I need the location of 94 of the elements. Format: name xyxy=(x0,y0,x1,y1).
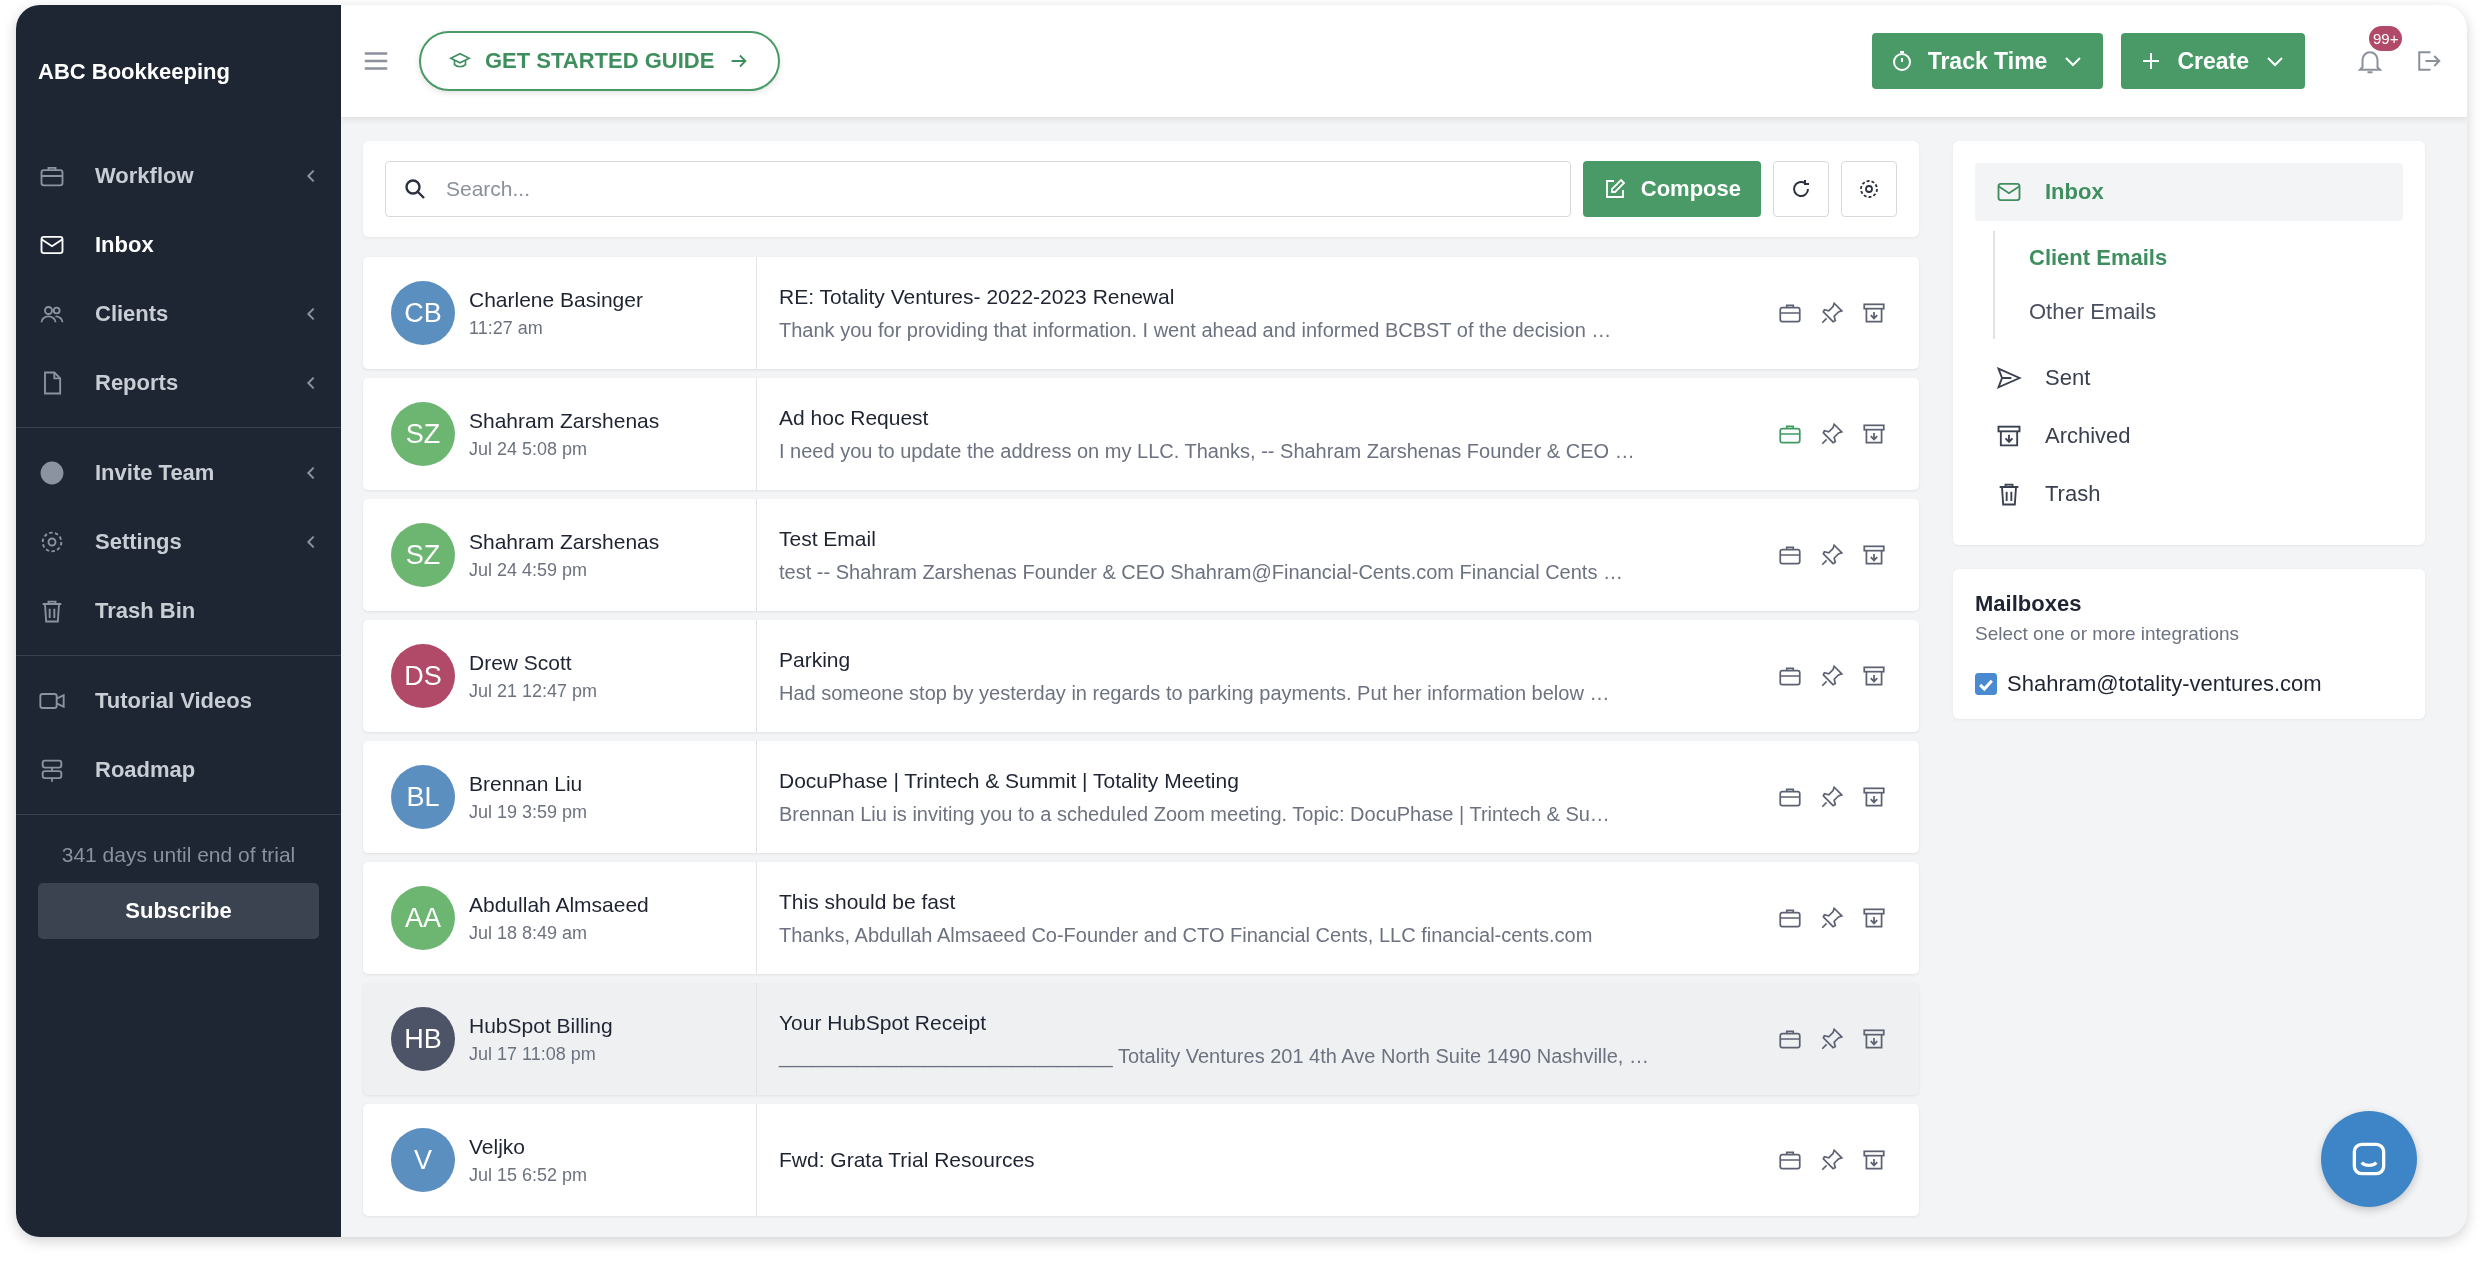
email-row[interactable]: V Veljko Jul 15 6:52 pm Fwd: Grata Trial Resources xyxy=(363,1104,1919,1216)
archive-icon[interactable] xyxy=(1861,1147,1887,1173)
archive-icon[interactable] xyxy=(1861,421,1887,447)
folder-subitem[interactable]: Client Emails xyxy=(1995,231,2403,285)
notification-badge: 99+ xyxy=(2369,26,2403,51)
sender-name: Shahram Zarshenas xyxy=(469,529,660,554)
chat-button[interactable] xyxy=(2321,1111,2417,1207)
pin-icon[interactable] xyxy=(1819,1147,1845,1173)
email-subject: Your HubSpot Receipt xyxy=(779,1010,988,1035)
sender-name: Veljko xyxy=(469,1134,527,1159)
folder-subitem[interactable]: Other Emails xyxy=(1995,285,2403,339)
app-title: ABC Bookkeeping xyxy=(37,58,231,86)
archive-icon[interactable] xyxy=(1861,542,1887,568)
avatar: BL xyxy=(391,765,455,829)
email-preview: Had someone stop by yesterday in regards to parking payments. Put her information below … xyxy=(779,681,1611,705)
pin-icon[interactable] xyxy=(1819,542,1845,568)
email-date: 11:27 am xyxy=(469,317,544,339)
refresh-button[interactable] xyxy=(1773,161,1829,217)
sidebar-item[interactable]: Invite Team xyxy=(16,438,341,507)
folder-item[interactable]: Sent xyxy=(1975,349,2403,407)
sender-name: Brennan Liu xyxy=(469,771,584,796)
avatar: SZ xyxy=(391,523,455,587)
settings-button[interactable] xyxy=(1841,161,1897,217)
search-icon xyxy=(403,177,427,201)
email-subject: Fwd: Grata Trial Resources xyxy=(779,1148,1036,1172)
email-subject: Ad hoc Request xyxy=(779,405,930,430)
sender-name: Drew Scott xyxy=(469,650,573,675)
email-subject: Parking xyxy=(779,647,852,672)
avatar: DS xyxy=(391,644,455,708)
pin-icon[interactable] xyxy=(1819,1026,1845,1052)
pin-icon[interactable] xyxy=(1819,905,1845,931)
email-subject: DocuPhase | Trintech & Summit | Totality Meeting xyxy=(779,768,1240,793)
sender-name: Shahram Zarshenas xyxy=(469,408,660,433)
sidebar-item[interactable]: Clients xyxy=(16,279,341,348)
avatar: AA xyxy=(391,886,455,950)
avatar: SZ xyxy=(391,402,455,466)
send-icon xyxy=(1995,364,2023,392)
pin-icon[interactable] xyxy=(1819,300,1845,326)
email-preview: test -- Shahram Zarshenas Founder & CEO Shahram@Financial-Cents.com Financial Cents … xyxy=(779,560,1624,584)
folder-item[interactable]: Archived xyxy=(1975,407,2403,465)
mailbox-label: Shahram@totality-ventures.com xyxy=(2007,671,2322,697)
email-row[interactable]: DS Drew Scott Jul 21 12:47 pm Parking Had someone stop by yesterday in regards to parking payments. Put her information below … xyxy=(363,620,1919,732)
email-row[interactable]: BL Brennan Liu Jul 19 3:59 pm DocuPhase | Trintech & Summit | Totality Meeting Brennan Liu is inviting you to a scheduled Zoom meeting. Topic: DocuPhase | Trintech & Su… xyxy=(363,741,1919,853)
email-preview: I need you to update the address on my LLC. Thanks, -- Shahram Zarshenas Founder & CEO … xyxy=(779,439,1636,463)
email-subject: RE: Totality Ventures- 2022-2023 Renewal xyxy=(779,284,1176,309)
archive-icon[interactable] xyxy=(1861,905,1887,931)
mailboxes-subtitle: Select one or more integrations xyxy=(1975,623,2241,645)
sender-name: Charlene Basinger xyxy=(469,287,643,312)
email-date: Jul 24 4:59 pm xyxy=(469,559,589,581)
pin-icon[interactable] xyxy=(1819,663,1845,689)
gear-icon xyxy=(1857,177,1881,201)
email-row[interactable]: CB Charlene Basinger 11:27 am RE: Totality Ventures- 2022-2023 Renewal Thank you for providing that information. I went ahead and informed BCBST of the decision … xyxy=(363,257,1919,369)
mailboxes-title: Mailboxes xyxy=(1975,591,2083,617)
archive-icon[interactable] xyxy=(1861,1026,1887,1052)
get-started-guide-button[interactable]: GET STARTED GUIDE xyxy=(419,31,781,91)
pin-icon[interactable] xyxy=(1819,784,1845,810)
email-date: Jul 21 12:47 pm xyxy=(469,680,598,702)
email-date: Jul 19 3:59 pm xyxy=(469,801,588,823)
subscribe-button[interactable]: Subscribe xyxy=(38,883,319,939)
sender-name: Abdullah Almsaeed xyxy=(469,892,649,917)
email-preview: Brennan Liu is inviting you to a scheduled Zoom meeting. Topic: DocuPhase | Trintech & Su… xyxy=(779,802,1611,826)
avatar: CB xyxy=(391,281,455,345)
folder-item[interactable]: Inbox xyxy=(1975,163,2403,221)
email-subject: This should be fast xyxy=(779,889,957,914)
email-date: Jul 15 6:52 pm xyxy=(469,1164,588,1186)
sidebar-item[interactable]: Roadmap xyxy=(16,735,341,804)
sidebar-item[interactable]: Inbox xyxy=(16,210,341,279)
avatar: HB xyxy=(391,1007,455,1071)
email-row[interactable]: HB HubSpot Billing Jul 17 11:08 pm Your HubSpot Receipt ______________________________ Totality Ventures 201 4th Ave North Suite 1490 Nashville, … xyxy=(363,983,1919,1095)
archive-icon[interactable] xyxy=(1861,663,1887,689)
sidebar-item[interactable]: Reports xyxy=(16,348,341,417)
checkbox[interactable] xyxy=(1975,673,1997,695)
email-preview: Thanks, Abdullah Almsaeed Co-Founder and CTO Financial Cents, LLC financial-cents.com xyxy=(779,923,1594,947)
sidebar-item[interactable]: Workflow xyxy=(16,141,341,210)
sidebar-item[interactable]: Trash Bin xyxy=(16,576,341,645)
sender-name: HubSpot Billing xyxy=(469,1013,613,1038)
email-date: Jul 18 8:49 am xyxy=(469,922,589,944)
email-preview: Thank you for providing that information. I went ahead and informed BCBST of the decision … xyxy=(779,318,1613,342)
archive-icon[interactable] xyxy=(1861,784,1887,810)
email-row[interactable]: AA Abdullah Almsaeed Jul 18 8:49 am This should be fast Thanks, Abdullah Almsaeed Co-Founder and CTO Financial Cents, LLC financial-cents.com xyxy=(363,862,1919,974)
sidebar-item[interactable]: Tutorial Videos xyxy=(16,666,341,735)
folder-item[interactable]: Trash xyxy=(1975,465,2403,523)
email-date: Jul 24 5:08 pm xyxy=(469,438,589,460)
avatar: V xyxy=(391,1128,455,1192)
archive-icon[interactable] xyxy=(1861,300,1887,326)
search-field[interactable]: Search... xyxy=(385,161,1571,217)
email-row[interactable]: SZ Shahram Zarshenas Jul 24 5:08 pm Ad hoc Request I need you to update the address on my LLC. Thanks, -- Shahram Zarshenas Founder & CEO … xyxy=(363,378,1919,490)
sidebar-item[interactable]: Settings xyxy=(16,507,341,576)
pin-icon[interactable] xyxy=(1819,421,1845,447)
email-preview: ______________________________ Totality Ventures 201 4th Ave North Suite 1490 Nashville, … xyxy=(779,1044,1650,1068)
trial-notice: 341 days until end of trial xyxy=(60,842,297,868)
email-subject: Test Email xyxy=(779,526,877,551)
email-date: Jul 17 11:08 pm xyxy=(469,1043,597,1065)
email-row[interactable]: SZ Shahram Zarshenas Jul 24 4:59 pm Test Email test -- Shahram Zarshenas Founder & CEO Shahram@Financial-Cents.com Financial Cents … xyxy=(363,499,1919,611)
